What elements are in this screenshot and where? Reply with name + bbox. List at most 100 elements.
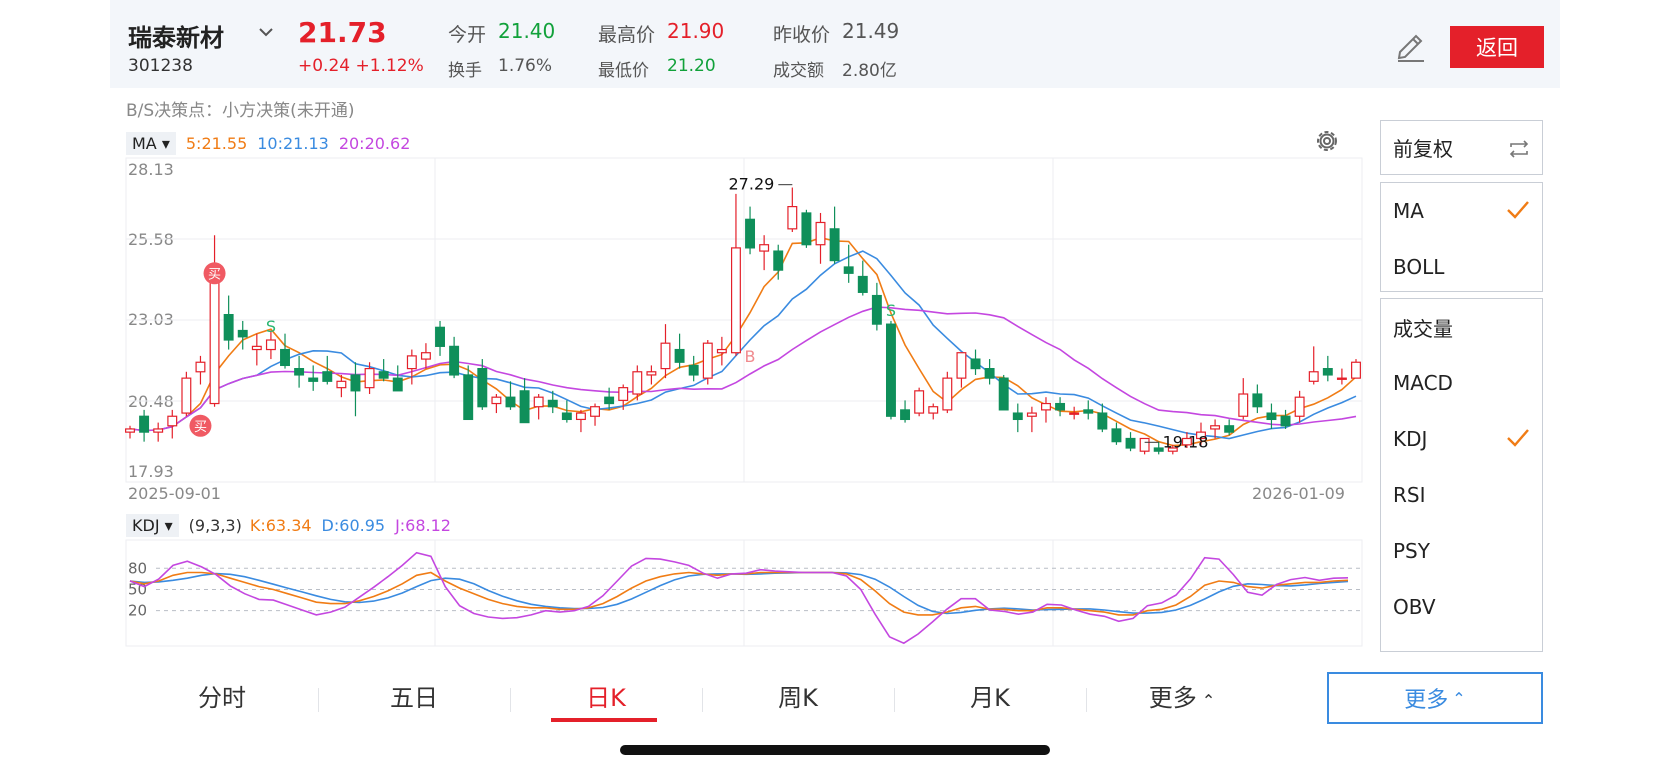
candle-body (308, 377, 319, 382)
candle-body (885, 323, 896, 417)
candle-body (505, 396, 516, 408)
candle-body (575, 412, 586, 421)
candle-body (1069, 412, 1080, 415)
candle-body (533, 396, 544, 408)
indicator-kdj[interactable]: KDJ (1381, 411, 1542, 467)
buy-point-label: B (745, 347, 756, 366)
chevron-up-icon: ⌃ (1452, 688, 1466, 708)
adjust-panel: 前复权 (1380, 120, 1543, 175)
candle-body (1055, 402, 1066, 411)
candle-body (815, 221, 826, 246)
candle-body (223, 314, 234, 341)
indicator-rsi[interactable]: RSI (1381, 467, 1542, 523)
candle-body (618, 387, 629, 401)
candle-body (280, 348, 290, 367)
candle-body (322, 371, 333, 382)
candle-body (167, 415, 178, 427)
candle-body (1322, 368, 1333, 376)
indicator-macd[interactable]: MACD (1381, 355, 1542, 411)
candle-body (1280, 415, 1291, 427)
candle-body (942, 377, 953, 411)
candle-body (604, 396, 615, 405)
indicator-obv-label: OBV (1393, 595, 1436, 619)
candle-body (1041, 402, 1051, 411)
indicator-volume[interactable]: 成交量 (1381, 299, 1542, 355)
candle-body (632, 371, 643, 395)
swap-icon (1509, 140, 1529, 158)
check-icon (1507, 201, 1529, 219)
candle-body (970, 358, 981, 370)
candle-body (1083, 409, 1094, 414)
candle-body (1139, 437, 1150, 452)
candle-body (392, 377, 403, 392)
sell-signal-label: S (886, 301, 896, 320)
candle-body (646, 371, 657, 376)
candle-body (237, 329, 248, 338)
candle-body (928, 406, 939, 414)
candle-body (1294, 396, 1305, 417)
candle-body (590, 406, 601, 417)
candle-body (1012, 412, 1023, 421)
main-indicator-panel: MA BOLL (1380, 182, 1543, 292)
candle-body (139, 415, 150, 433)
candle-body (265, 339, 276, 351)
candle-body (1224, 425, 1235, 433)
candle-body (745, 218, 756, 249)
candle-body (702, 342, 713, 379)
candle-body (1308, 371, 1319, 382)
kdj-tick-label: 80 (128, 559, 147, 577)
adjust-mode-button[interactable]: 前复权 (1381, 121, 1542, 174)
candle-body (1336, 377, 1347, 380)
buy-signal-badge-label: 买 (194, 420, 207, 435)
candle-body (1026, 412, 1037, 417)
indicator-ma[interactable]: MA (1381, 183, 1542, 239)
indicator-boll[interactable]: BOLL (1381, 239, 1542, 295)
candle-body (871, 294, 882, 325)
candle-body (294, 368, 305, 376)
candle-body (547, 399, 558, 408)
indicator-rsi-label: RSI (1393, 483, 1426, 507)
tab-weekly-k[interactable]: 周K (702, 670, 894, 730)
more-button-label: 更多 (1404, 688, 1449, 713)
home-indicator (620, 745, 1050, 755)
candle-body (406, 355, 417, 370)
more-button[interactable]: 更多 ⌃ (1327, 672, 1543, 724)
candle-body (519, 390, 530, 424)
candle-body (209, 282, 220, 405)
indicator-obv[interactable]: OBV (1381, 579, 1542, 635)
period-tabbar: 分时 五日 日K 周K 月K 更多 ⌃ (126, 670, 1276, 730)
candle-body (251, 345, 262, 351)
candle-body (350, 374, 361, 392)
candle-body (1210, 425, 1221, 430)
tab-more[interactable]: 更多 ⌃ (1086, 670, 1278, 730)
indicator-boll-label: BOLL (1393, 255, 1445, 279)
candle-body (1125, 437, 1136, 449)
candle-body (378, 371, 389, 379)
candle-body (660, 342, 671, 370)
indicator-psy[interactable]: PSY (1381, 523, 1542, 579)
candle-body (773, 250, 784, 271)
tab-five-day[interactable]: 五日 (318, 670, 510, 730)
candle-body (181, 377, 192, 414)
candle-body (195, 361, 206, 373)
ma5-line (129, 236, 1357, 447)
tab-monthly-k[interactable]: 月K (894, 670, 1086, 730)
indicator-psy-label: PSY (1393, 539, 1430, 563)
ma10-line (129, 250, 1357, 440)
tab-intraday[interactable]: 分时 (126, 670, 318, 730)
candle-body (688, 364, 699, 376)
sub-indicator-panel: 成交量 MACD KDJ RSI PSY OBV (1380, 298, 1543, 652)
candle-body (730, 247, 741, 354)
low-marker-label: 19.18 (1163, 432, 1209, 451)
tab-more-label: 更多 (1148, 684, 1197, 712)
check-icon (1507, 429, 1529, 447)
candle-body (787, 206, 798, 230)
candle-body (759, 244, 770, 252)
sell-signal-label: S (266, 317, 276, 336)
candle-body (1238, 393, 1249, 417)
candle-body (857, 275, 868, 293)
candle-body (435, 326, 445, 347)
high-marker-label: 27.29 (729, 175, 775, 194)
indicator-ma-label: MA (1393, 199, 1424, 223)
chevron-up-icon: ⌃ (1196, 691, 1216, 710)
